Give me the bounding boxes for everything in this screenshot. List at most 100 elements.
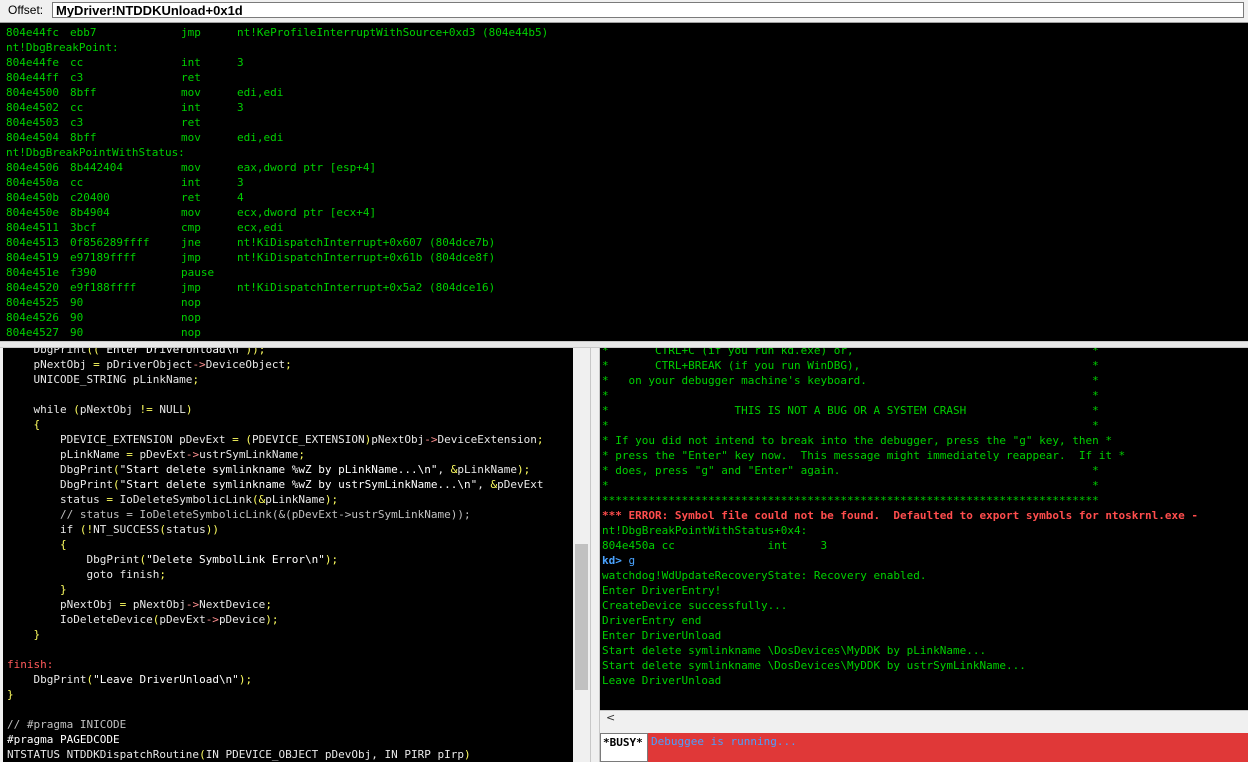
disasm-addr: 804e4502	[6, 101, 59, 114]
source-line: pNextObj = pNextObj->NextDevice;	[7, 598, 272, 611]
disasm-addr: 804e4504	[6, 131, 59, 144]
disasm-bytes: cc	[70, 176, 84, 189]
output-line: * does, press "g" and "Enter" again. *	[602, 464, 1099, 477]
disasm-mn: int	[181, 176, 201, 189]
disasm-addr: 804e450e	[6, 206, 59, 219]
source-line: goto finish;	[7, 568, 166, 581]
offset-label: Offset:	[8, 3, 44, 17]
disasm-op: nt!KiDispatchInterrupt+0x5a2 (804dce16)	[237, 281, 496, 294]
output-line: 804e450a cc int 3	[602, 539, 828, 552]
disasm-addr: 804e450b	[6, 191, 59, 204]
source-pane[interactable]: DbgPrint(("Enter DriverUnload\n")); pNex…	[3, 348, 573, 762]
disasm-addr: 804e4513	[6, 236, 59, 249]
disasm-mn: ret	[181, 116, 201, 129]
disasm-addr: 804e450a	[6, 176, 59, 189]
disasm-mn: mov	[181, 161, 201, 174]
source-line: }	[33, 628, 41, 641]
disasm-bytes: 90	[70, 311, 84, 324]
disasm-addr: 804e44ff	[6, 71, 59, 84]
disasm-bytes: f390	[70, 266, 97, 279]
disasm-mn: pause	[181, 266, 215, 279]
scroll-left-arrow-icon[interactable]: <	[606, 711, 615, 724]
disasm-op: edi,edi	[237, 86, 284, 99]
output-line: watchdog!WdUpdateRecoveryState: Recovery…	[602, 569, 927, 582]
output-line: * If you did not intend to break into th…	[602, 434, 1112, 447]
disasm-addr: 804e4525	[6, 296, 59, 309]
disasm-op: edi,edi	[237, 131, 284, 144]
disasm-bytes: 8bff	[70, 131, 97, 144]
source-vertical-scrollbar[interactable]	[573, 348, 590, 762]
output-line: Leave DriverUnload	[602, 674, 722, 687]
vertical-splitter[interactable]	[590, 348, 600, 762]
command-input[interactable]: Debuggee is running...	[648, 733, 1248, 762]
source-line: UNICODE_STRING pLinkName;	[7, 373, 200, 386]
disasm-bytes: 8b442404	[70, 161, 123, 174]
source-line: PDEVICE_EXTENSION pDevExt = (PDEVICE_EXT…	[7, 433, 544, 446]
disasm-op: nt!KeProfileInterruptWithSource+0xd3 (80…	[237, 26, 549, 39]
disasm-addr: 804e4520	[6, 281, 59, 294]
source-line: }	[59, 583, 67, 596]
disasm-op: 4	[237, 191, 244, 204]
disasm-op: 3	[237, 56, 244, 69]
disasm-bytes: 8b4904	[70, 206, 110, 219]
command-output-pane[interactable]: * CTRL+C (if you run kd.exe) or, * * CTRL…	[600, 348, 1248, 710]
disasm-op: 3	[237, 176, 244, 189]
disasm-mn: ret	[181, 191, 201, 204]
disasm-symbol-label: nt!DbgBreakPoint:	[6, 41, 119, 54]
command-horizontal-scrollbar[interactable]: <	[600, 710, 1248, 727]
source-line: #pragma PAGEDCODE	[7, 733, 120, 746]
disasm-addr: 804e451e	[6, 266, 59, 279]
disasm-op: nt!KiDispatchInterrupt+0x607 (804dce7b)	[237, 236, 496, 249]
disasm-symbol-label: nt!DbgBreakPointWithStatus:	[6, 146, 185, 159]
output-line: * press the "Enter" key now. This messag…	[602, 449, 1126, 462]
disassembly-pane[interactable]: 804e44fc ebb7 jmp nt!KeProfileInterruptWith…	[0, 23, 1248, 341]
disasm-mn: jmp	[181, 26, 201, 39]
disasm-bytes: ebb7	[70, 26, 97, 39]
disasm-bytes: 3bcf	[70, 221, 97, 234]
source-line: status = IoDeleteSymbolicLink(&pLinkName…	[7, 493, 339, 506]
output-line: Enter DriverUnload	[602, 629, 722, 642]
disasm-addr: 804e4527	[6, 326, 59, 339]
disasm-addr: 804e4500	[6, 86, 59, 99]
disasm-bytes: 8bff	[70, 86, 97, 99]
disasm-bytes: e97189ffff	[70, 251, 137, 264]
disasm-op: eax,dword ptr [esp+4]	[237, 161, 377, 174]
disasm-mn: nop	[181, 326, 201, 339]
output-line: * THIS IS NOT A BUG OR A SYSTEM CRASH *	[602, 404, 1099, 417]
disasm-mn: ret	[181, 71, 201, 84]
source-line: pNextObj = pDriverObject->DeviceObject;	[7, 358, 292, 371]
offset-input[interactable]: MyDriver!NTDDKUnload+0x1d	[52, 2, 1244, 18]
disasm-mn: mov	[181, 86, 201, 99]
disasm-bytes: 90	[70, 296, 84, 309]
source-line: finish:	[7, 658, 54, 671]
output-line: CreateDevice successfully...	[602, 599, 788, 612]
source-scroll-thumb[interactable]	[575, 544, 588, 690]
output-line: * CTRL+C (if you run kd.exe) or, *	[602, 348, 1099, 357]
disasm-addr: 804e4506	[6, 161, 59, 174]
disasm-bytes: c3	[70, 71, 84, 84]
source-line: DbgPrint("Leave DriverUnload\n");	[7, 673, 253, 686]
disasm-addr: 804e4519	[6, 251, 59, 264]
source-line: pLinkName = pDevExt->ustrSymLinkName;	[7, 448, 306, 461]
disasm-op: nt!KiDispatchInterrupt+0x61b (804dce8f)	[237, 251, 496, 264]
source-line: {	[33, 418, 41, 431]
disasm-mn: nop	[181, 311, 201, 324]
disasm-addr: 804e4526	[6, 311, 59, 324]
disasm-bytes: 0f856289ffff	[70, 236, 150, 249]
busy-indicator: *BUSY*	[600, 733, 648, 762]
disasm-mn: nop	[181, 296, 201, 309]
source-line: if (!NT_SUCCESS(status))	[7, 523, 219, 536]
disasm-op: ecx,dword ptr [ecx+4]	[237, 206, 377, 219]
horizontal-splitter[interactable]	[0, 341, 1248, 348]
disasm-mn: jmp	[181, 251, 201, 264]
disasm-mn: mov	[181, 206, 201, 219]
source-line: {	[59, 538, 67, 551]
disasm-op: 3	[237, 101, 244, 114]
source-line: // status = IoDeleteSymbolicLink(&(pDevE…	[7, 508, 471, 521]
kd-command: g	[621, 554, 636, 567]
kd-prompt: kd>	[602, 554, 622, 567]
disasm-addr: 804e44fc	[6, 26, 59, 39]
disasm-mn: cmp	[181, 221, 201, 234]
output-line: * on your debugger machine's keyboard. *	[602, 374, 1099, 387]
disasm-mn: int	[181, 101, 201, 114]
